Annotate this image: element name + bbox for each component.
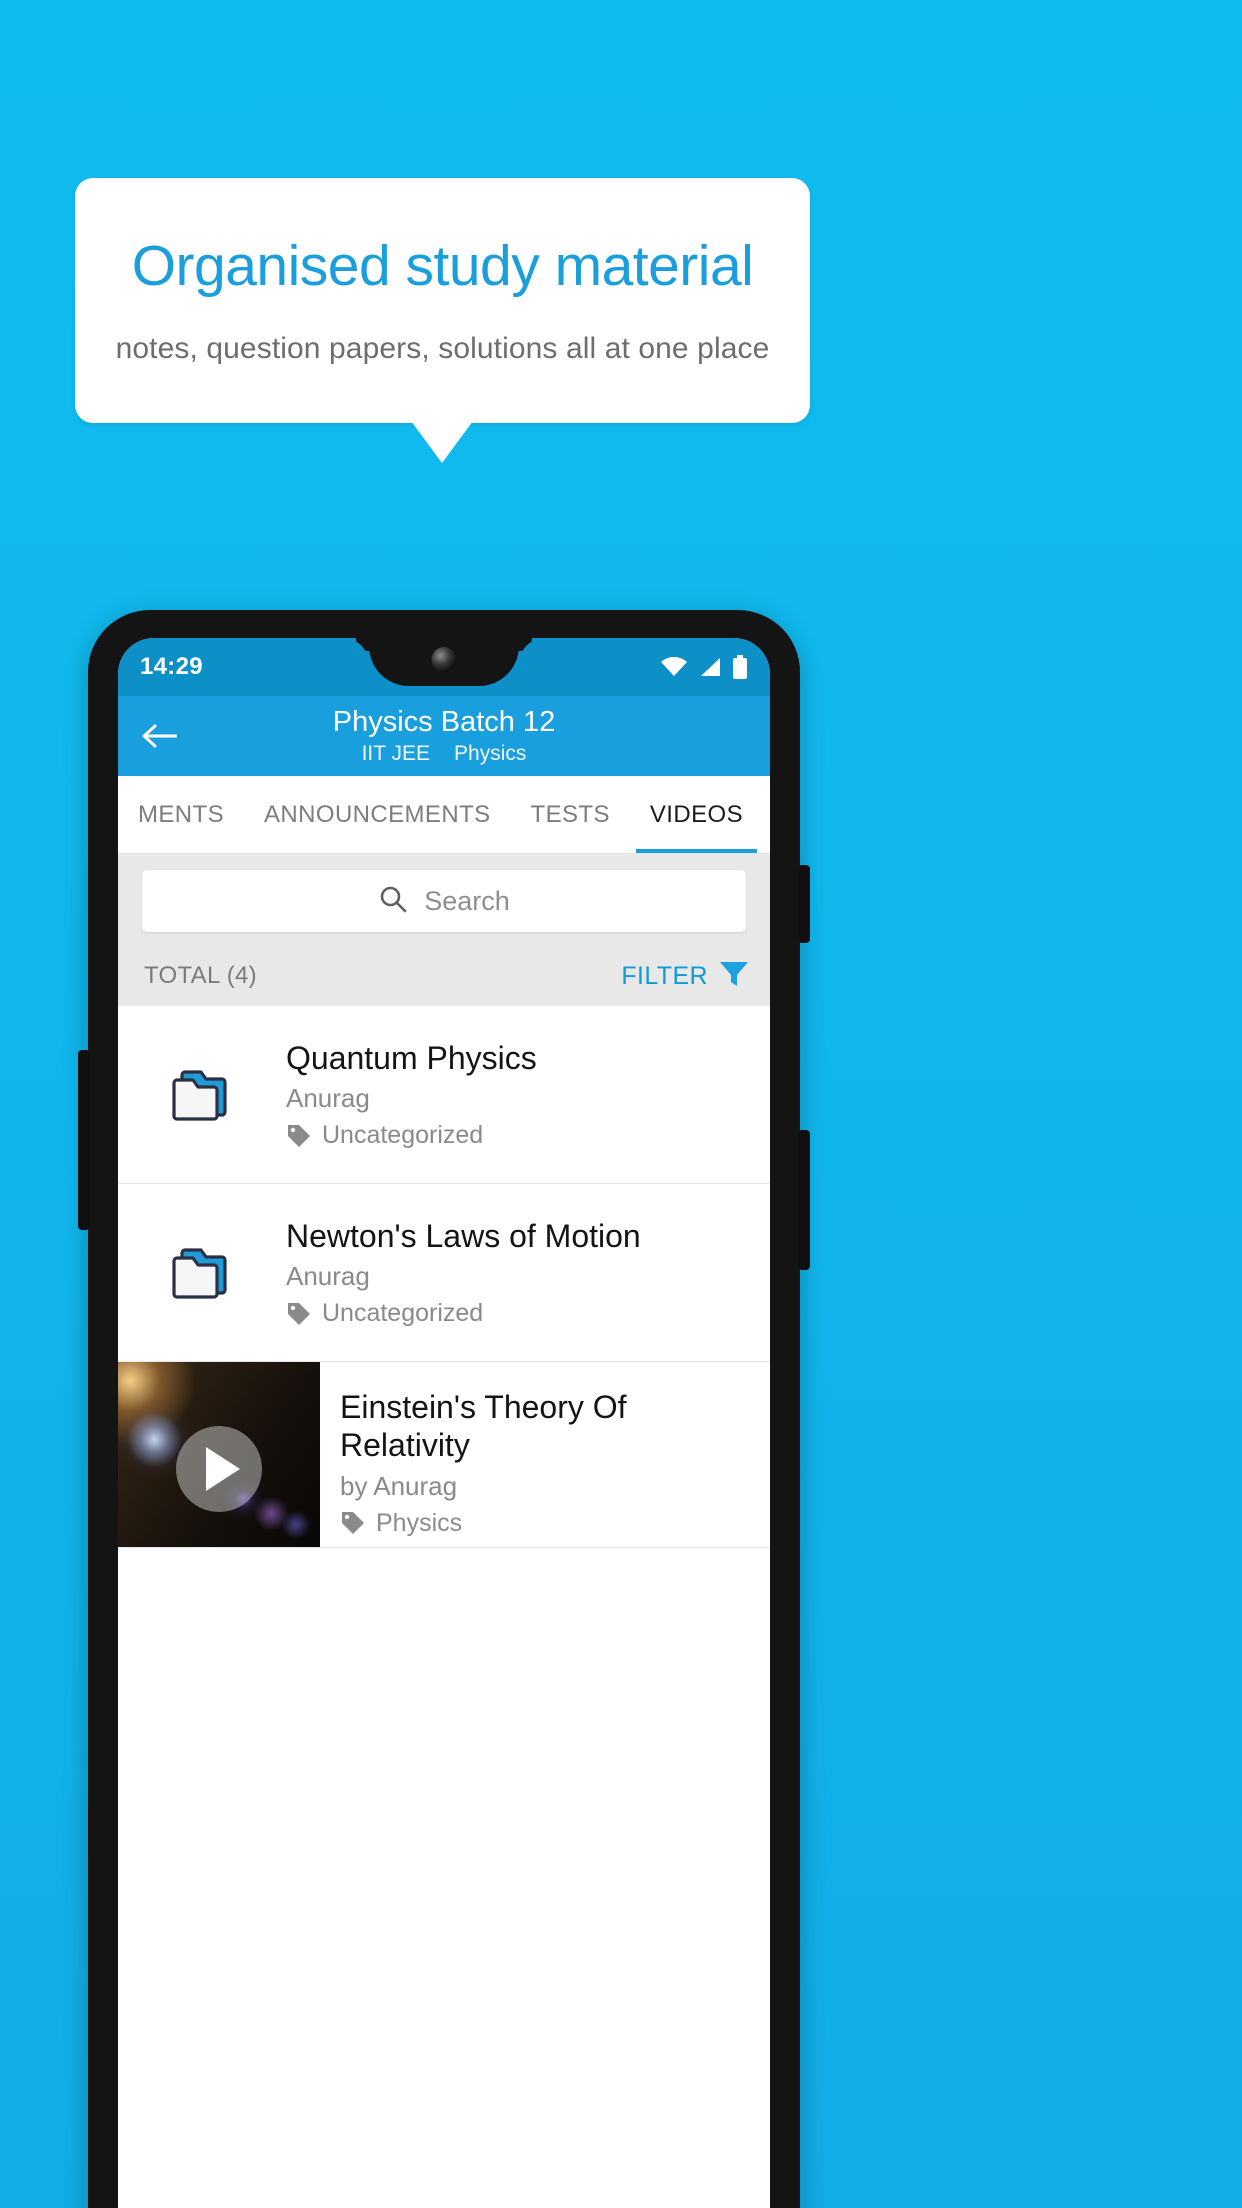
phone-device: 14:29 Physics Batch 12 IIT JEE Physics M… — [78, 610, 810, 2208]
tab-tests[interactable]: TESTS — [511, 776, 630, 853]
status-bar: 14:29 — [118, 638, 770, 696]
play-triangle — [206, 1447, 240, 1492]
tab-bar: MENTS ANNOUNCEMENTS TESTS VIDEOS — [118, 776, 770, 854]
list-item-author: Anurag — [286, 1083, 370, 1114]
app-bar: Physics Batch 12 IIT JEE Physics — [118, 696, 770, 776]
folder-icon — [118, 1244, 286, 1302]
wifi-icon — [660, 656, 688, 678]
list-item-text: Quantum Physics Anurag Uncategorized — [286, 1039, 770, 1150]
content-list: Quantum Physics Anurag Uncategorized New… — [118, 1006, 770, 1548]
app-bar-titles: Physics Batch 12 IIT JEE Physics — [118, 706, 770, 765]
list-item[interactable]: Newton's Laws of Motion Anurag Uncategor… — [118, 1184, 770, 1362]
list-item-text: Newton's Laws of Motion Anurag Uncategor… — [286, 1217, 770, 1328]
tag-icon — [286, 1123, 312, 1149]
promo-bubble-tail — [411, 421, 473, 463]
power-button[interactable] — [798, 865, 810, 943]
tag-icon — [340, 1510, 366, 1536]
tag-icon — [286, 1301, 312, 1327]
status-icons — [660, 655, 748, 679]
video-thumbnail[interactable] — [118, 1362, 320, 1547]
tab-announcements[interactable]: ANNOUNCEMENTS — [244, 776, 511, 853]
phone-screen: 14:29 Physics Batch 12 IIT JEE Physics M… — [118, 638, 770, 2208]
battery-icon — [732, 655, 748, 679]
tab-ments[interactable]: MENTS — [118, 776, 244, 853]
promo-bubble-card: Organised study material notes, question… — [75, 178, 810, 423]
front-camera — [431, 647, 457, 672]
page-title: Physics Batch 12 — [332, 706, 556, 739]
volume-buttons[interactable] — [798, 1130, 810, 1270]
tag-label: Physics — [376, 1508, 463, 1537]
status-time: 14:29 — [140, 653, 203, 680]
list-item-title: Quantum Physics — [286, 1039, 537, 1076]
folder-icon — [118, 1066, 286, 1124]
list-item-tag: Uncategorized — [286, 1121, 756, 1150]
list-item[interactable]: Einstein's Theory Of Relativity by Anura… — [118, 1362, 770, 1548]
list-item-tag: Physics — [340, 1509, 756, 1538]
subtitle-subject: Physics — [454, 741, 527, 765]
list-item-title: Newton's Laws of Motion — [286, 1217, 641, 1254]
list-item-tag: Uncategorized — [286, 1299, 756, 1328]
total-count-label: TOTAL (4) — [144, 962, 257, 989]
assistant-button[interactable] — [78, 1050, 90, 1230]
search-section: Search — [118, 854, 770, 946]
list-item-author: by Anurag — [340, 1470, 458, 1501]
list-item-text: Einstein's Theory Of Relativity by Anura… — [320, 1362, 770, 1547]
play-icon[interactable] — [176, 1426, 262, 1513]
tag-label: Uncategorized — [322, 1121, 484, 1150]
promo-title: Organised study material — [131, 234, 754, 299]
list-item-author: Anurag — [286, 1261, 370, 1292]
promo-subtitle: notes, question papers, solutions all at… — [115, 331, 770, 365]
tab-videos[interactable]: VIDEOS — [630, 776, 763, 853]
filter-label: FILTER — [621, 961, 708, 990]
filter-funnel-icon — [718, 959, 750, 994]
arrow-left-icon — [142, 724, 177, 748]
signal-icon — [698, 656, 722, 678]
tag-label: Uncategorized — [322, 1299, 484, 1328]
list-item[interactable]: Quantum Physics Anurag Uncategorized — [118, 1006, 770, 1184]
app-bar-subtitle: IIT JEE Physics — [362, 742, 527, 766]
search-icon — [378, 884, 408, 919]
search-input[interactable]: Search — [142, 870, 746, 932]
subtitle-exam: IIT JEE — [361, 741, 431, 765]
list-item-title: Einstein's Theory Of Relativity — [340, 1389, 627, 1464]
total-filter-row: TOTAL (4) FILTER — [118, 946, 770, 1006]
search-placeholder: Search — [424, 885, 510, 916]
filter-button[interactable]: FILTER — [621, 959, 750, 994]
back-button[interactable] — [136, 711, 186, 761]
